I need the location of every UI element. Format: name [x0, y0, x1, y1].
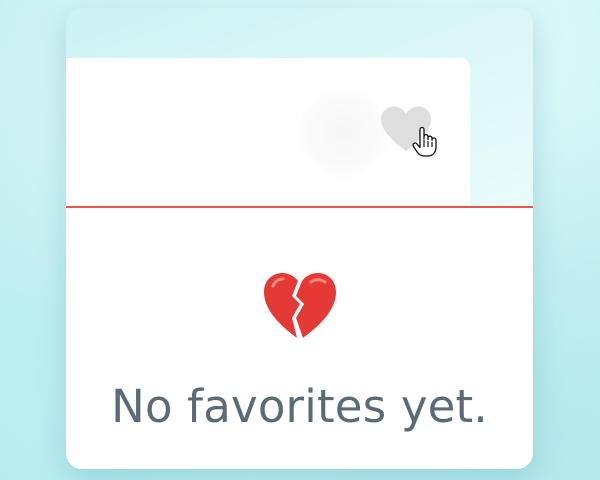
empty-state: No favorites yet.	[66, 208, 533, 469]
favorite-item-card	[66, 58, 470, 206]
heart-icon	[381, 106, 431, 151]
item-image-placeholder	[298, 88, 388, 178]
empty-state-message: No favorites yet.	[111, 380, 488, 433]
favorite-toggle-button[interactable]	[377, 104, 435, 154]
broken-heart-icon	[261, 270, 339, 342]
favorites-panel: No favorites yet.	[66, 8, 533, 469]
